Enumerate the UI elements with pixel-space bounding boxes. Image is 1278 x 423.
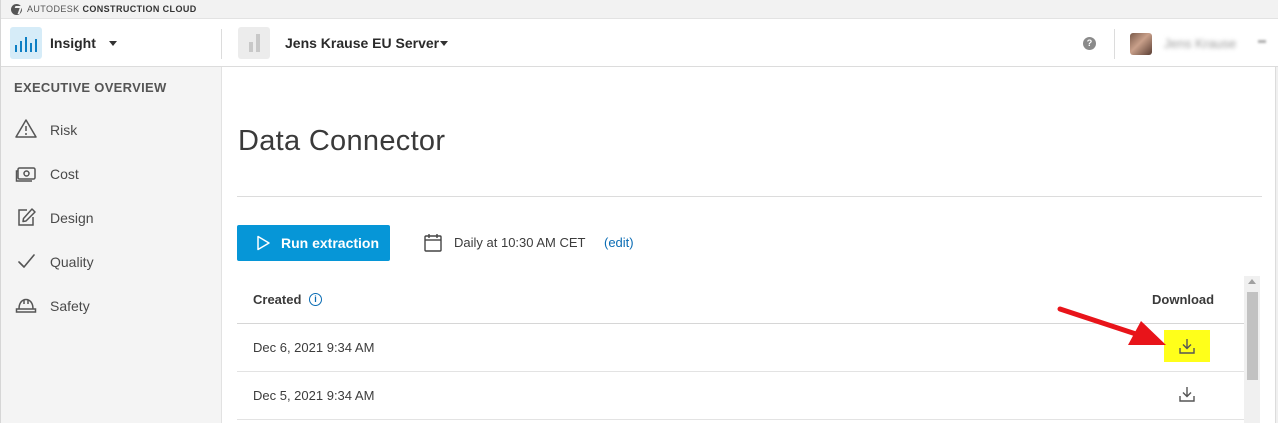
top-header: Insight Jens Krause EU Server ? Jens Kra… bbox=[1, 19, 1278, 67]
created-date: Dec 6, 2021 9:34 AM bbox=[253, 340, 375, 355]
main-content: Data Connector Run extraction Daily at 1… bbox=[222, 67, 1278, 423]
sidebar-item-label: Risk bbox=[50, 122, 78, 138]
created-date: Dec 5, 2021 9:34 AM bbox=[253, 388, 375, 403]
calendar-icon bbox=[424, 234, 442, 252]
download-icon bbox=[1179, 387, 1195, 402]
divider bbox=[237, 196, 1262, 197]
insight-app-icon[interactable] bbox=[10, 27, 42, 59]
edit-icon bbox=[18, 208, 36, 226]
autodesk-logo-icon bbox=[11, 3, 22, 15]
chevron-down-icon[interactable] bbox=[1258, 40, 1266, 43]
app-switcher-label[interactable]: Insight bbox=[50, 35, 96, 51]
avatar[interactable] bbox=[1130, 33, 1152, 55]
checkmark-icon bbox=[18, 254, 35, 268]
hardhat-icon bbox=[15, 298, 37, 313]
table-row: Dec 5, 2021 9:34 AM bbox=[237, 372, 1244, 420]
sidebar-item-design[interactable]: Design bbox=[1, 199, 221, 235]
sidebar-item-safety[interactable]: Safety bbox=[1, 287, 221, 323]
info-icon[interactable]: i bbox=[309, 293, 322, 306]
warning-icon bbox=[15, 119, 37, 138]
schedule-text: Daily at 10:30 AM CET bbox=[454, 235, 586, 250]
download-button[interactable] bbox=[1164, 378, 1210, 410]
project-thumbnail-icon bbox=[238, 27, 270, 59]
brand-name: CONSTRUCTION CLOUD bbox=[82, 4, 197, 14]
run-extraction-button[interactable]: Run extraction bbox=[237, 225, 390, 261]
sidebar: EXECUTIVE OVERVIEW Risk Cost Design Qual… bbox=[1, 67, 222, 423]
sidebar-item-label: Quality bbox=[50, 254, 94, 270]
chevron-down-icon[interactable] bbox=[109, 41, 117, 46]
app-window: AUTODESK CONSTRUCTION CLOUD Insight Jens… bbox=[0, 0, 1278, 423]
brand-bar: AUTODESK CONSTRUCTION CLOUD bbox=[1, 0, 1278, 19]
project-selector-label[interactable]: Jens Krause EU Server bbox=[285, 35, 439, 51]
sidebar-heading: EXECUTIVE OVERVIEW bbox=[14, 80, 167, 95]
sidebar-item-label: Design bbox=[50, 210, 94, 226]
download-icon bbox=[1179, 339, 1195, 354]
user-name[interactable]: Jens Krause bbox=[1164, 36, 1236, 51]
scroll-up-icon[interactable] bbox=[1248, 279, 1256, 284]
header-divider bbox=[221, 29, 222, 59]
brand-prefix: AUTODESK bbox=[27, 4, 80, 14]
sidebar-item-label: Cost bbox=[50, 166, 79, 182]
money-icon bbox=[15, 167, 36, 182]
chevron-down-icon[interactable] bbox=[440, 41, 448, 46]
help-icon[interactable]: ? bbox=[1083, 37, 1096, 50]
sidebar-item-risk[interactable]: Risk bbox=[1, 111, 221, 147]
run-extraction-label: Run extraction bbox=[281, 235, 380, 251]
play-icon bbox=[257, 235, 270, 251]
brand-text: AUTODESK CONSTRUCTION CLOUD bbox=[27, 4, 197, 14]
page-title: Data Connector bbox=[238, 125, 446, 157]
sidebar-item-label: Safety bbox=[50, 298, 90, 314]
scrollbar-thumb[interactable] bbox=[1247, 292, 1258, 380]
column-header-created[interactable]: Created bbox=[253, 292, 301, 307]
edit-schedule-link[interactable]: (edit) bbox=[604, 235, 634, 250]
header-divider bbox=[1114, 29, 1115, 59]
sidebar-item-quality[interactable]: Quality bbox=[1, 243, 221, 279]
annotation-arrow-icon bbox=[1057, 306, 1166, 345]
sidebar-item-cost[interactable]: Cost bbox=[1, 155, 221, 191]
